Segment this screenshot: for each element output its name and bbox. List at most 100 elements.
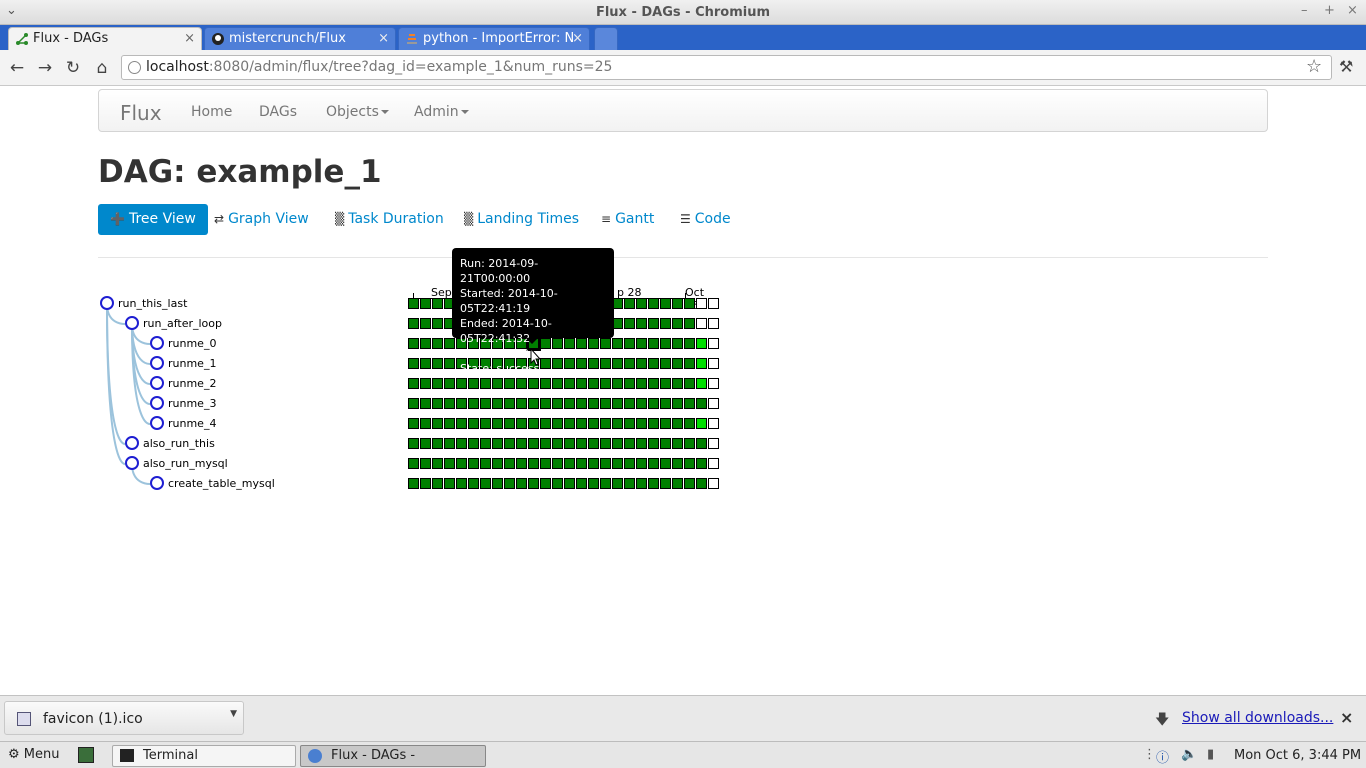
task-instance-cell[interactable] xyxy=(564,438,575,449)
task-instance-cell[interactable] xyxy=(660,438,671,449)
task-instance-cell[interactable] xyxy=(408,478,419,489)
task-instance-cell[interactable] xyxy=(420,338,431,349)
task-instance-cell[interactable] xyxy=(408,378,419,389)
task-instance-cell[interactable] xyxy=(420,438,431,449)
task-instance-cell[interactable] xyxy=(672,378,683,389)
wrench-icon[interactable]: ⚒ xyxy=(1339,57,1353,76)
nav-dags[interactable]: DAGs xyxy=(259,104,297,120)
task-instance-cell[interactable] xyxy=(684,398,695,409)
nav-admin-dropdown[interactable]: Admin xyxy=(414,104,469,120)
minimize-icon[interactable]: – xyxy=(1301,3,1308,18)
task-instance-cell[interactable] xyxy=(612,398,623,409)
task-instance-cell[interactable] xyxy=(696,418,707,429)
task-instance-cell[interactable] xyxy=(648,378,659,389)
forward-icon[interactable]: → xyxy=(35,58,55,78)
task-instance-cell[interactable] xyxy=(660,398,671,409)
task-instance-cell[interactable] xyxy=(432,478,443,489)
home-icon[interactable]: ⌂ xyxy=(92,58,112,78)
task-instance-cell[interactable] xyxy=(636,338,647,349)
task-instance-cell[interactable] xyxy=(516,458,527,469)
task-instance-cell[interactable] xyxy=(636,418,647,429)
task-instance-cell[interactable] xyxy=(576,438,587,449)
info-icon[interactable]: ⓘ xyxy=(1156,747,1169,766)
task-instance-cell[interactable] xyxy=(576,458,587,469)
task-instance-cell[interactable] xyxy=(660,378,671,389)
task-instance-cell[interactable] xyxy=(420,378,431,389)
task-instance-cell[interactable] xyxy=(420,318,431,329)
task-instance-cell[interactable] xyxy=(420,298,431,309)
task-instance-cell[interactable] xyxy=(444,338,455,349)
task-instance-cell[interactable] xyxy=(672,418,683,429)
task-instance-cell[interactable] xyxy=(636,478,647,489)
tab-task-duration[interactable]: ▒ Task Duration xyxy=(335,204,444,235)
task-instance-cell[interactable] xyxy=(420,358,431,369)
task-instance-cell[interactable] xyxy=(540,418,551,429)
task-instance-cell[interactable] xyxy=(696,458,707,469)
close-shelf-icon[interactable]: × xyxy=(1340,708,1353,727)
task-instance-cell[interactable] xyxy=(528,398,539,409)
tab-flux-dags[interactable]: Flux - DAGs × xyxy=(8,27,202,50)
task-instance-cell[interactable] xyxy=(600,418,611,429)
chevron-down-icon[interactable]: ▼ xyxy=(230,709,237,719)
task-instance-cell[interactable] xyxy=(696,438,707,449)
tree-node-circle[interactable] xyxy=(150,416,164,430)
task-instance-cell[interactable] xyxy=(420,458,431,469)
task-instance-cell[interactable] xyxy=(636,318,647,329)
tab-graph-view[interactable]: ⇄ Graph View xyxy=(214,204,309,235)
task-instance-cell[interactable] xyxy=(624,398,635,409)
tab-landing-times[interactable]: ▒ Landing Times xyxy=(464,204,579,235)
task-instance-cell[interactable] xyxy=(684,318,695,329)
task-instance-cell[interactable] xyxy=(624,418,635,429)
task-instance-cell[interactable] xyxy=(648,478,659,489)
task-instance-cell[interactable] xyxy=(516,398,527,409)
task-instance-cell[interactable] xyxy=(492,478,503,489)
page-info-icon[interactable] xyxy=(128,61,141,74)
task-instance-cell[interactable] xyxy=(480,418,491,429)
task-instance-cell[interactable] xyxy=(432,438,443,449)
start-menu-button[interactable]: ⚙ Menu xyxy=(8,747,60,762)
task-instance-cell[interactable] xyxy=(624,438,635,449)
task-instance-cell[interactable] xyxy=(576,378,587,389)
task-instance-cell[interactable] xyxy=(696,378,707,389)
tree-node-circle[interactable] xyxy=(150,476,164,490)
tab-stackoverflow[interactable]: python - ImportError: N × xyxy=(398,27,590,50)
task-instance-cell[interactable] xyxy=(420,418,431,429)
task-instance-cell[interactable] xyxy=(504,458,515,469)
tree-node-circle[interactable] xyxy=(150,336,164,350)
show-desktop-icon[interactable] xyxy=(78,747,94,763)
task-instance-cell[interactable] xyxy=(408,298,419,309)
task-instance-cell[interactable] xyxy=(588,418,599,429)
task-instance-cell[interactable] xyxy=(588,398,599,409)
task-instance-cell[interactable] xyxy=(696,398,707,409)
task-instance-cell[interactable] xyxy=(636,438,647,449)
task-instance-cell[interactable] xyxy=(456,478,467,489)
tree-node-circle[interactable] xyxy=(150,376,164,390)
task-instance-cell[interactable] xyxy=(540,378,551,389)
task-instance-cell[interactable] xyxy=(444,478,455,489)
task-instance-cell[interactable] xyxy=(660,338,671,349)
task-instance-cell[interactable] xyxy=(504,418,515,429)
task-instance-cell[interactable] xyxy=(708,338,719,349)
task-instance-cell[interactable] xyxy=(492,398,503,409)
tree-node-circle[interactable] xyxy=(100,296,114,310)
task-instance-cell[interactable] xyxy=(708,298,719,309)
task-instance-cell[interactable] xyxy=(648,358,659,369)
tab-close-icon[interactable]: × xyxy=(572,28,583,50)
task-instance-cell[interactable] xyxy=(540,478,551,489)
task-instance-cell[interactable] xyxy=(648,418,659,429)
task-instance-cell[interactable] xyxy=(528,438,539,449)
network-icon[interactable]: ▮ xyxy=(1207,747,1214,762)
task-instance-cell[interactable] xyxy=(672,318,683,329)
task-instance-cell[interactable] xyxy=(468,438,479,449)
brand-link[interactable]: Flux xyxy=(120,101,162,125)
task-instance-cell[interactable] xyxy=(432,298,443,309)
show-all-downloads-link[interactable]: Show all downloads... xyxy=(1182,710,1333,726)
task-instance-cell[interactable] xyxy=(552,458,563,469)
task-instance-cell[interactable] xyxy=(432,418,443,429)
task-instance-cell[interactable] xyxy=(648,298,659,309)
task-instance-cell[interactable] xyxy=(480,378,491,389)
task-instance-cell[interactable] xyxy=(612,478,623,489)
task-instance-cell[interactable] xyxy=(432,398,443,409)
task-instance-cell[interactable] xyxy=(552,478,563,489)
task-instance-cell[interactable] xyxy=(648,398,659,409)
